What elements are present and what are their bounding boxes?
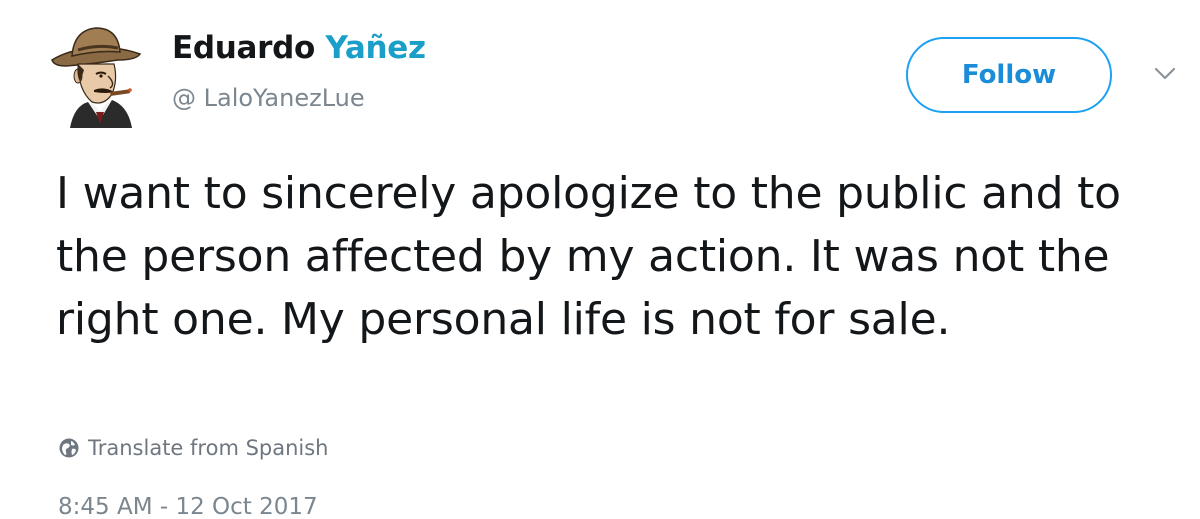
translate-link[interactable]: Translate from Spanish: [58, 436, 329, 460]
tweet-text: I want to sincerely apologize to the pub…: [56, 168, 1121, 345]
avatar[interactable]: [48, 20, 144, 128]
follow-button[interactable]: Follow: [906, 37, 1112, 113]
user-last-name[interactable]: Yañez: [326, 30, 426, 66]
chevron-down-icon[interactable]: [1154, 66, 1176, 82]
tweet-card: Eduardo Yañez @ LaloYanezLue Follow I wa…: [0, 0, 1200, 519]
user-display-name[interactable]: Eduardo Yañez: [172, 30, 426, 66]
translate-label[interactable]: Translate from Spanish: [88, 436, 329, 460]
globe-icon: [59, 438, 79, 458]
user-first-name[interactable]: Eduardo: [172, 30, 315, 66]
tweet-timestamp[interactable]: 8:45 AM - 12 Oct 2017: [58, 494, 318, 519]
user-handle[interactable]: @ LaloYanezLue: [172, 84, 365, 112]
